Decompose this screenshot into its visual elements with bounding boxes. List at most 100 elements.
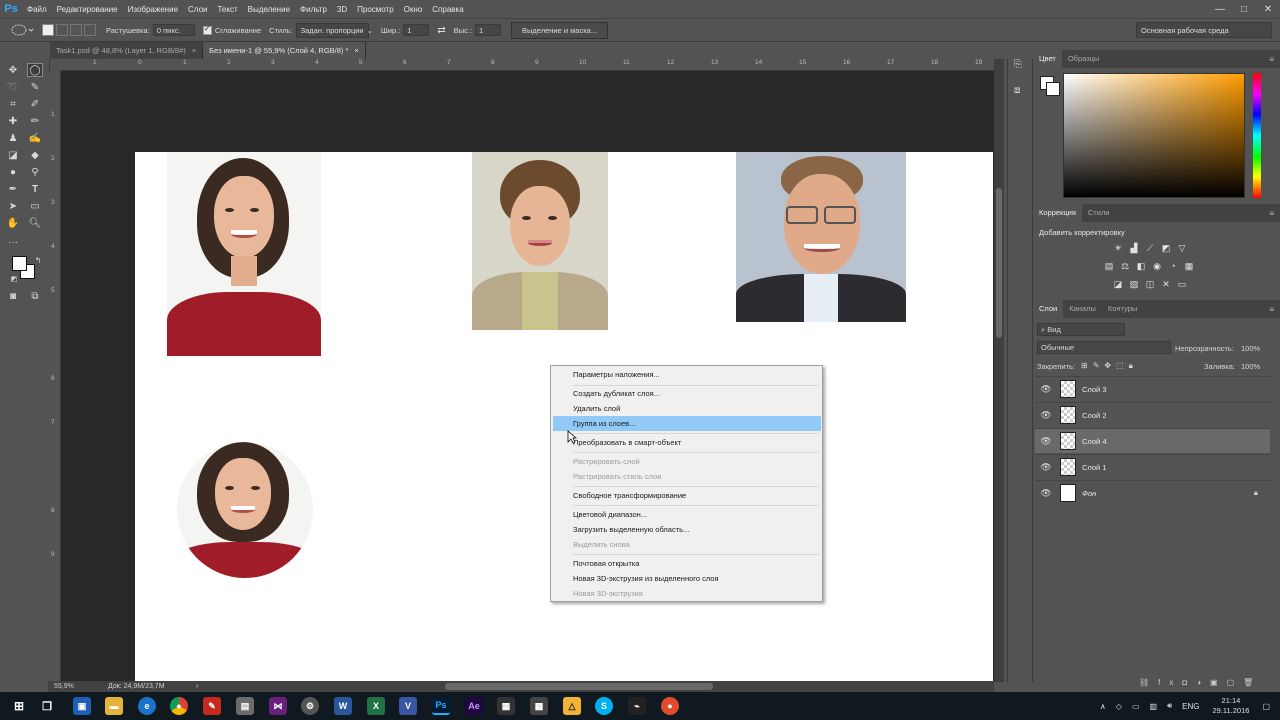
layer-row[interactable]: 👁︎ Слой 1 [1035, 454, 1270, 479]
menu-file[interactable]: Файл [22, 5, 52, 14]
eyedropper-tool-icon[interactable]: ✐ [27, 97, 43, 111]
threshold-icon[interactable]: ◫ [1144, 279, 1156, 289]
after-effects-icon[interactable]: Ae [465, 697, 483, 715]
selective-color-icon[interactable]: ✕ [1160, 279, 1172, 289]
eye-icon[interactable]: 👁︎ [1039, 436, 1053, 447]
photo-woman-red-shirt[interactable] [167, 152, 321, 356]
menu-help[interactable]: Справка [427, 5, 468, 14]
dodge-tool-icon[interactable]: ⚲ [27, 165, 43, 179]
color-background-swatch[interactable] [1046, 82, 1060, 96]
intersect-selection-icon[interactable] [84, 24, 96, 36]
vs-icon[interactable]: ⋈ [269, 697, 287, 715]
hand-tool-icon[interactable]: ✋ [5, 216, 21, 230]
menu-item-postcard[interactable]: Почтовая открытка [553, 556, 821, 571]
height-field[interactable]: 1 [475, 24, 502, 36]
pdf-icon[interactable]: ✎ [203, 697, 221, 715]
volume-icon[interactable]: 🔊︎ [1167, 701, 1172, 711]
maximize-button[interactable]: □ [1232, 0, 1256, 18]
panel-menu-icon[interactable]: ≡ [1269, 55, 1274, 64]
tab-adjustments[interactable]: Коррекция [1033, 204, 1082, 222]
layer-row[interactable]: 👁︎ Слой 3 [1035, 376, 1270, 401]
move-tool-icon[interactable]: ✥ [5, 63, 21, 77]
color-picker-field[interactable] [1063, 73, 1245, 198]
inkscape-icon[interactable]: ⌁ [628, 697, 646, 715]
visio-icon[interactable]: V [399, 697, 417, 715]
width-field[interactable]: 1 [403, 24, 430, 36]
more-tools-icon[interactable]: ··· [5, 235, 21, 249]
menu-item-color-range[interactable]: Цветовой диапазон... [553, 507, 821, 522]
layer-row[interactable]: 👁︎ Слой 2 [1035, 402, 1270, 427]
chevron-up-icon[interactable]: ∧ [1100, 702, 1106, 711]
photo-filter-icon[interactable]: ◉ [1151, 261, 1163, 271]
menu-item-free-transform[interactable]: Свободное трансформирование [553, 488, 821, 503]
tab-color[interactable]: Цвет [1033, 50, 1062, 68]
menu-item-blending-options[interactable]: Параметры наложения... [553, 367, 821, 382]
tab-channels[interactable]: Каналы [1063, 300, 1102, 318]
horizontal-scroll-thumb[interactable] [445, 683, 713, 690]
zoom-level[interactable]: 55,9% [54, 681, 74, 692]
folder-icon[interactable]: ▬ [105, 697, 123, 715]
menu-filter[interactable]: Фильтр [295, 5, 332, 14]
lock-icon[interactable]: 🔒︎ [1254, 488, 1258, 498]
quick-mask-icon[interactable]: ◙ [5, 289, 21, 303]
vertical-scroll-thumb[interactable] [996, 188, 1002, 338]
vs-code-icon[interactable]: ⚙ [301, 697, 319, 715]
bw-icon[interactable]: ◧ [1135, 261, 1147, 271]
close-icon[interactable]: × [354, 46, 358, 55]
foreground-color[interactable] [12, 256, 27, 271]
brightness-icon[interactable]: ☀ [1112, 243, 1124, 253]
tab-layers[interactable]: Слои [1033, 300, 1064, 318]
network-icon[interactable]: ▥ [1150, 702, 1158, 711]
opacity-value[interactable]: 100% [1241, 344, 1260, 353]
eye-icon[interactable]: 👁︎ [1039, 384, 1053, 395]
marquee-tool-icon[interactable]: ◯ [27, 63, 43, 77]
ie-icon[interactable]: e [138, 697, 156, 715]
menu-window[interactable]: Окно [399, 5, 428, 14]
calc-icon[interactable]: ▩ [530, 697, 548, 715]
subtract-selection-icon[interactable] [70, 24, 82, 36]
gradient-tool-icon[interactable]: ◆ [27, 148, 43, 162]
zoom-tool-icon[interactable]: 🔍︎ [27, 216, 43, 230]
language-indicator[interactable]: ENG [1182, 702, 1199, 711]
hue-sat-icon[interactable]: ▤ [1103, 261, 1115, 271]
stamp-tool-icon[interactable]: ♟ [5, 131, 21, 145]
tab-untitled[interactable]: Без имени-1 @ 55,9% (Слой 4, RGB/8) * × [203, 42, 366, 59]
swap-dimensions-icon[interactable]: ⇄ [437, 25, 445, 36]
eraser-tool-icon[interactable]: ◪ [5, 148, 21, 162]
layer-row-selected[interactable]: 👁︎ Слой 4 [1035, 428, 1270, 453]
history-brush-icon[interactable]: ✍ [27, 131, 43, 145]
path-select-icon[interactable]: ➤ [5, 199, 21, 213]
color-balance-icon[interactable]: ⚖ [1119, 261, 1131, 271]
healing-tool-icon[interactable]: ✚ [5, 114, 21, 128]
feather-field[interactable]: 0 пикс. [152, 24, 195, 36]
tab-swatches[interactable]: Образцы [1062, 50, 1106, 68]
layer-row-background[interactable]: 👁︎ Фон 🔒︎ [1035, 480, 1270, 505]
antialias-checkbox[interactable] [202, 24, 212, 35]
minimize-button[interactable]: — [1208, 0, 1232, 18]
close-button[interactable]: ✕ [1256, 0, 1280, 18]
media-icon[interactable]: ▦ [497, 697, 515, 715]
invert-icon[interactable]: ◪ [1112, 279, 1124, 289]
app-icon[interactable]: ▤ [236, 697, 254, 715]
select-and-mask-button[interactable]: Выделение и маска... [511, 21, 609, 39]
posterize-icon[interactable]: ▨ [1128, 279, 1140, 289]
chrome-icon[interactable]: ● [170, 697, 188, 715]
tab-styles[interactable]: Стили [1082, 204, 1116, 222]
photo-woman-beige-jacket[interactable] [472, 152, 608, 330]
swap-colors-icon[interactable]: ↰ [30, 253, 46, 267]
style-select[interactable]: Задан. пропорции [295, 22, 369, 38]
vertical-scrollbar[interactable] [994, 59, 1004, 682]
menu-item-3d-extrusion-selected[interactable]: Новая 3D-экструзия из выделенного слоя [553, 571, 821, 586]
menu-item-convert-smart-object[interactable]: Преобразовать в смарт-объект [553, 435, 821, 450]
clock[interactable]: 21:14 29.11.2016 [1212, 696, 1249, 716]
menu-image[interactable]: Изображение [123, 5, 183, 14]
quick-select-tool-icon[interactable]: ✎ [27, 80, 43, 94]
crop-tool-icon[interactable]: ⌗ [5, 97, 21, 111]
menu-view[interactable]: Просмотр [352, 5, 399, 14]
hue-slider[interactable] [1253, 73, 1261, 198]
photo-woman-circle-crop[interactable] [177, 442, 313, 578]
panel-menu-icon[interactable]: ≡ [1269, 209, 1274, 218]
exposure-icon[interactable]: ◩ [1160, 243, 1172, 253]
vibrance-icon[interactable]: ▽ [1176, 243, 1188, 253]
photo-man-glasses[interactable] [736, 152, 906, 322]
